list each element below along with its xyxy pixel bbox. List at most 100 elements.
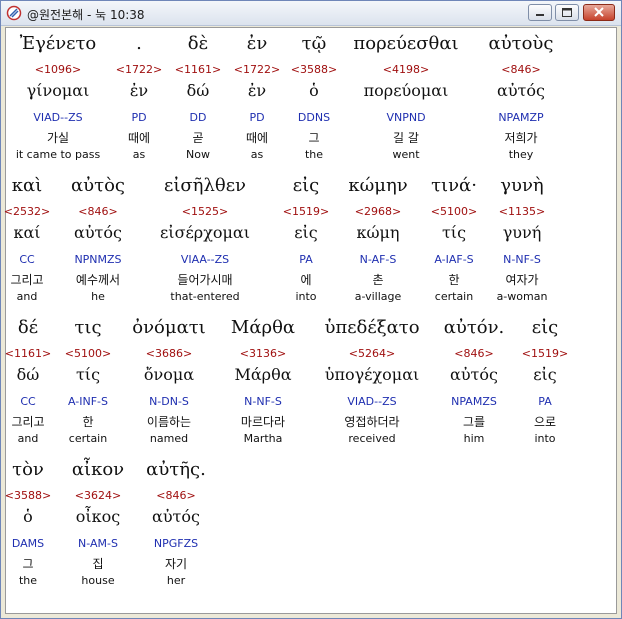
word-kor: 저희가 — [504, 131, 538, 145]
word-kor: 들어가시매 — [177, 273, 233, 287]
word-kor: 길 갈 — [393, 131, 419, 145]
word-parse: NPGFZS — [153, 537, 199, 550]
word-kor: 으로 — [533, 415, 557, 429]
word-lemma: αὐτός — [74, 223, 122, 242]
word-eng: him — [463, 432, 485, 445]
close-button[interactable] — [583, 4, 615, 21]
word-lemma: αὐτός — [152, 507, 200, 526]
word-eng: as — [250, 148, 264, 161]
window-title: @원전본해 - 눅 10:38 — [27, 8, 145, 22]
word-lemma: ὁ — [23, 507, 33, 526]
word-lemma: καί — [13, 223, 41, 242]
word-eng: into — [295, 290, 317, 303]
word-parse: N-DN-S — [149, 395, 189, 408]
maximize-button[interactable] — [555, 4, 579, 21]
word-lemma: τίς — [441, 223, 467, 242]
word-num: <2532> — [3, 205, 51, 218]
word-greek: ὑπεδέξατο — [324, 317, 420, 338]
minimize-button[interactable] — [528, 4, 552, 21]
word-parse: DDNS — [297, 111, 331, 124]
word-eng: that-entered — [170, 290, 240, 303]
word-parse: NPAMZP — [498, 111, 544, 124]
title-bar[interactable]: @원전본해 - 눅 10:38 — [1, 1, 621, 26]
word-lemma: δώ — [16, 365, 40, 384]
word-lemma: αὐτός — [497, 81, 545, 100]
word-eng: it came to pass — [15, 148, 101, 161]
word-parse: VIAD--ZS — [347, 395, 397, 408]
word-greek: γυνὴ — [500, 175, 544, 196]
word-eng: received — [348, 432, 396, 445]
word-kor: 이름하는 — [146, 415, 192, 429]
word-num: <5100> — [430, 205, 478, 218]
word-num: <846> — [454, 347, 494, 360]
word-parse: VIAA--ZS — [180, 253, 230, 266]
word-eng: house — [81, 574, 115, 587]
word-kor: 때에 — [245, 131, 269, 145]
word-eng: they — [508, 148, 534, 161]
word-greek: τινά· — [431, 175, 477, 196]
word-parse: A-INF-S — [67, 395, 109, 408]
word-parse: VNPND — [386, 111, 426, 124]
word-lemma: κώμη — [356, 223, 400, 242]
word-kor: 가실 — [46, 131, 70, 145]
word-kor: 촌 — [372, 273, 384, 287]
word-kor: 자기 — [164, 557, 188, 571]
word-parse: PA — [299, 253, 313, 266]
word-eng: certain — [434, 290, 474, 303]
word-eng: Martha — [243, 432, 283, 445]
word-lemma: οἶκος — [75, 507, 121, 526]
word-kor: 에 — [300, 273, 312, 287]
word-num: <1722> — [115, 63, 163, 76]
word-num: <846> — [501, 63, 541, 76]
word-greek: δὲ — [187, 33, 209, 54]
word-greek: Μάρθα — [230, 317, 296, 338]
word-greek: εἰσῆλθεν — [164, 175, 246, 196]
word-greek: αὐτοὺς — [488, 33, 554, 54]
word-lemma: δώ — [186, 81, 210, 100]
word-lemma: ἐν — [129, 81, 149, 100]
word-kor: 곧 — [192, 131, 204, 145]
word-eng: went — [392, 148, 420, 161]
word-parse: N-NF-S — [503, 253, 541, 266]
word-lemma: πορεύομαι — [363, 81, 449, 100]
word-eng: into — [534, 432, 556, 445]
word-num: <1525> — [181, 205, 229, 218]
word-num: <846> — [78, 205, 118, 218]
word-greek: καὶ — [11, 175, 43, 196]
word-num: <3686> — [145, 347, 193, 360]
word-kor: 여자가 — [505, 273, 539, 287]
word-greek: . — [136, 33, 142, 54]
word-eng: and — [17, 432, 39, 445]
word-parse: VIAD--ZS — [33, 111, 83, 124]
word-eng: named — [149, 432, 189, 445]
word-parse: DD — [189, 111, 207, 124]
word-num: <846> — [156, 489, 196, 502]
word-parse: NPNMZS — [74, 253, 122, 266]
word-greek: πορεύεσθαι — [353, 33, 459, 54]
word-greek: ἐν — [246, 33, 268, 54]
word-lemma: εἰς — [294, 223, 318, 242]
word-parse: DAMS — [11, 537, 45, 550]
word-num: <3624> — [74, 489, 122, 502]
word-eng: her — [166, 574, 186, 587]
word-kor: 영접하더라 — [344, 415, 400, 429]
word-parse: PD — [249, 111, 265, 124]
word-num: <4198> — [382, 63, 430, 76]
word-greek: δέ — [17, 317, 39, 338]
word-greek: τὸν — [12, 459, 44, 480]
word-lemma: γυνή — [502, 223, 542, 242]
word-eng: the — [18, 574, 38, 587]
word-parse: CC — [19, 253, 35, 266]
word-kor: 마르다라 — [240, 415, 286, 429]
word-lemma: ἐν — [247, 81, 267, 100]
word-greek: Ἐγένετο — [19, 33, 97, 54]
word-eng: and — [16, 290, 38, 303]
word-num: <1722> — [233, 63, 281, 76]
word-parse: CC — [20, 395, 36, 408]
word-parse: N-AF-S — [359, 253, 397, 266]
word-num: <1519> — [282, 205, 330, 218]
word-greek: αἶκον — [71, 459, 125, 480]
word-kor: 그리고 — [11, 415, 45, 429]
word-parse: N-NF-S — [244, 395, 282, 408]
word-kor: 그 — [22, 557, 34, 571]
